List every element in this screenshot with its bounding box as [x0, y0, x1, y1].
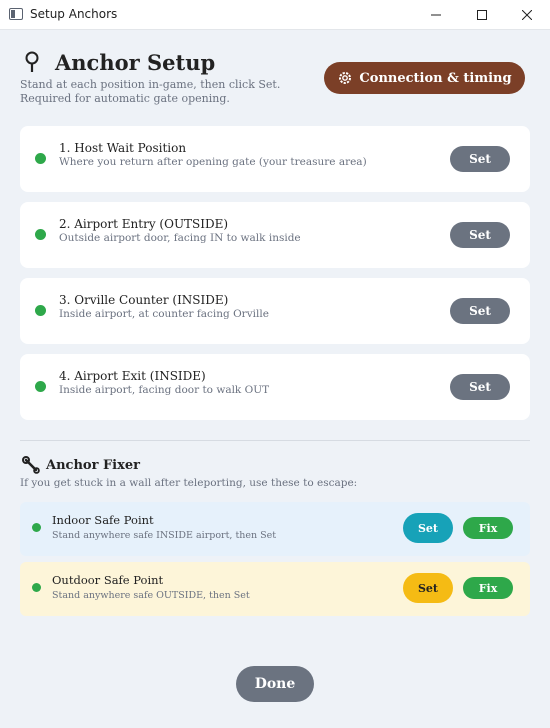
safe-point-title: Indoor Safe Point [52, 513, 154, 527]
status-dot [32, 523, 41, 532]
safe-point-description: Stand anywhere safe INSIDE airport, then… [52, 530, 277, 541]
indoor-fix-button[interactable]: Fix [463, 517, 513, 539]
set-button[interactable]: Set [450, 298, 510, 324]
safe-point-title: Outdoor Safe Point [52, 573, 164, 587]
wrench-icon [22, 456, 40, 474]
anchor-title: 2. Airport Entry (OUTSIDE) [59, 217, 229, 231]
section-divider [20, 440, 530, 441]
indoor-safe-point-row: Indoor Safe Point Stand anywhere safe IN… [20, 502, 530, 556]
connection-timing-button[interactable]: Connection & timing [324, 62, 525, 94]
window-title: Setup Anchors [30, 7, 118, 21]
status-dot [32, 583, 41, 592]
status-dot [35, 229, 46, 240]
maximize-button[interactable] [459, 0, 505, 30]
gear-icon [339, 72, 352, 84]
anchor-card-host-wait: 1. Host Wait Position Where you return a… [20, 126, 530, 192]
set-button[interactable]: Set [450, 374, 510, 400]
fixer-subtitle: If you get stuck in a wall after telepor… [20, 477, 358, 489]
indoor-set-button[interactable]: Set [403, 513, 453, 543]
status-dot [35, 153, 46, 164]
anchor-title: 3. Orville Counter (INSIDE) [59, 293, 229, 307]
app-icon [9, 8, 23, 20]
anchor-description: Inside airport, at counter facing Orvill… [59, 308, 269, 320]
connection-timing-label: Connection & timing [359, 70, 512, 86]
fixer-title: Anchor Fixer [46, 457, 140, 473]
anchor-title: 1. Host Wait Position [59, 141, 187, 155]
title-bar: Setup Anchors [0, 0, 550, 30]
fixer-heading: Anchor Fixer [22, 456, 140, 474]
set-button[interactable]: Set [450, 222, 510, 248]
page-title: Anchor Setup [55, 50, 216, 75]
close-button[interactable] [504, 0, 550, 30]
anchor-card-airport-exit: 4. Airport Exit (INSIDE) Inside airport,… [20, 354, 530, 420]
anchor-description: Inside airport, facing door to walk OUT [59, 384, 270, 396]
maximize-icon [477, 10, 487, 20]
outdoor-fix-button[interactable]: Fix [463, 577, 513, 599]
done-button[interactable]: Done [236, 666, 314, 702]
safe-point-description: Stand anywhere safe OUTSIDE, then Set [52, 590, 250, 601]
pin-icon [25, 51, 39, 72]
minimize-button[interactable] [413, 0, 459, 30]
page-subtitle: Stand at each position in-game, then cli… [20, 78, 281, 105]
set-button[interactable]: Set [450, 146, 510, 172]
anchor-card-airport-entry: 2. Airport Entry (OUTSIDE) Outside airpo… [20, 202, 530, 268]
outdoor-safe-point-row: Outdoor Safe Point Stand anywhere safe O… [20, 562, 530, 616]
outdoor-set-button[interactable]: Set [403, 573, 453, 603]
anchor-description: Where you return after opening gate (you… [59, 156, 367, 168]
minimize-icon [431, 14, 441, 16]
anchor-description: Outside airport door, facing IN to walk … [59, 232, 301, 244]
status-dot [35, 305, 46, 316]
status-dot [35, 381, 46, 392]
close-icon [522, 10, 532, 20]
anchor-card-orville-counter: 3. Orville Counter (INSIDE) Inside airpo… [20, 278, 530, 344]
anchor-title: 4. Airport Exit (INSIDE) [59, 369, 206, 383]
